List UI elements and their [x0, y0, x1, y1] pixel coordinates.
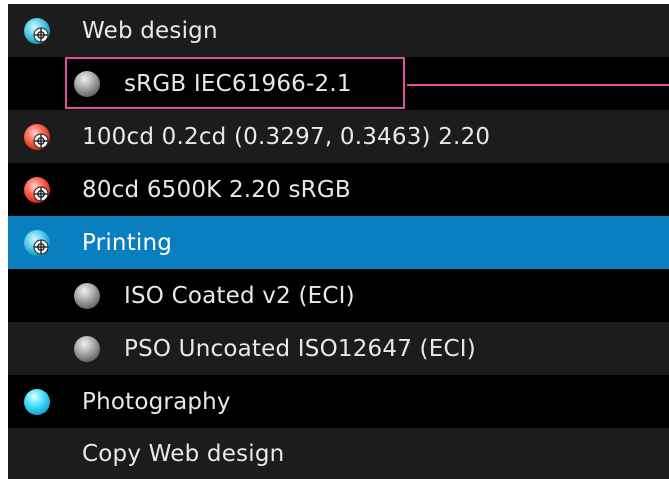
globe-red-crosshair-icon [24, 124, 50, 150]
profile-label: Printing [82, 229, 173, 256]
profile-group-80cd[interactable]: 80cd 6500K 2.20 sRGB [8, 163, 669, 216]
crosshair-icon [33, 27, 49, 43]
profile-label: Photography [82, 388, 231, 415]
grey-ball-icon [74, 336, 100, 362]
profile-label: ISO Coated v2 (ECI) [124, 282, 355, 309]
profile-group-printing[interactable]: Printing [8, 216, 669, 269]
profile-item-iso-coated[interactable]: ISO Coated v2 (ECI) [8, 269, 669, 322]
crosshair-icon [33, 186, 49, 202]
profile-item-pso-uncoated[interactable]: PSO Uncoated ISO12647 (ECI) [8, 322, 669, 375]
crosshair-icon [33, 133, 49, 149]
profile-label: 80cd 6500K 2.20 sRGB [82, 176, 351, 203]
profile-label: PSO Uncoated ISO12647 (ECI) [124, 335, 476, 362]
highlight-box [65, 57, 405, 109]
globe-red-crosshair-icon [24, 177, 50, 203]
globe-crosshair-icon [24, 18, 50, 44]
profile-group-photography[interactable]: Photography [8, 375, 669, 428]
cyan-ball-icon [24, 389, 50, 415]
grey-ball-icon [74, 283, 100, 309]
profile-group-web-design[interactable]: Web design [8, 4, 669, 57]
profile-label: Web design [82, 17, 218, 44]
crosshair-icon [33, 239, 49, 255]
profile-label: 100cd 0.2cd (0.3297, 0.3463) 2.20 [82, 123, 491, 150]
copy-web-design-action[interactable]: Copy Web design [8, 428, 669, 479]
profile-list: Web design sRGB IEC61966-2.1 100cd 0.2cd… [8, 4, 669, 479]
profile-group-100cd[interactable]: 100cd 0.2cd (0.3297, 0.3463) 2.20 [8, 110, 669, 163]
profile-label: Copy Web design [82, 440, 285, 467]
callout-line [407, 84, 669, 86]
globe-crosshair-icon [24, 230, 50, 256]
